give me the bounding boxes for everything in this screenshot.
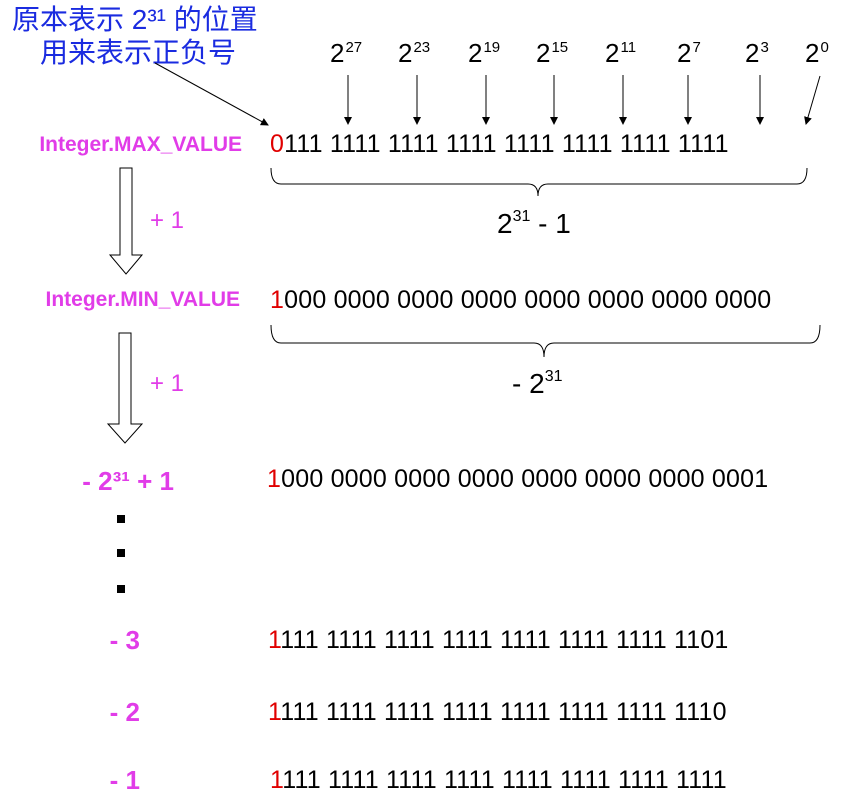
brace-min-value <box>270 324 821 358</box>
note-pointer-arrow <box>154 62 269 126</box>
power-arrow-0 <box>804 75 821 125</box>
brace-max-value <box>270 167 808 197</box>
diagram-graphics <box>106 62 821 444</box>
step-down-arrow <box>106 332 144 444</box>
step-down-arrow <box>108 167 144 275</box>
